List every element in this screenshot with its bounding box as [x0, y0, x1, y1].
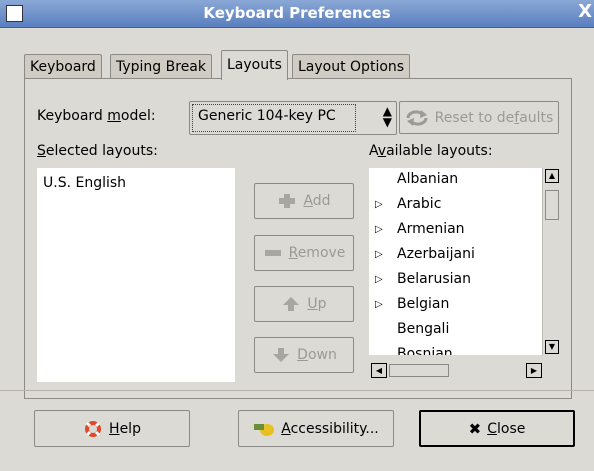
remove-label: Remove	[288, 245, 346, 261]
layouts-panel: Keyboard model: Generic 104-key PC ▲ ▼ Re…	[24, 78, 572, 399]
reset-to-defaults-button[interactable]: Reset to defaults	[399, 101, 559, 134]
layout-belgian[interactable]: Belgian	[397, 296, 449, 312]
layout-bengali[interactable]: Bengali	[397, 321, 449, 337]
help-label: Help	[109, 420, 141, 437]
separator	[0, 390, 594, 391]
layout-bosnian[interactable]: Bosnian	[397, 346, 453, 355]
horizontal-scroll-thumb[interactable]	[389, 364, 449, 377]
remove-button[interactable]: Remove	[254, 235, 354, 271]
add-button[interactable]: Add	[254, 183, 354, 219]
close-label: Close	[487, 420, 526, 437]
expander-arrow-icon[interactable]: ▷	[375, 199, 383, 210]
layout-armenian[interactable]: Armenian	[397, 221, 465, 237]
layout-belarusian[interactable]: Belarusian	[397, 271, 471, 287]
help-button[interactable]: Help	[34, 410, 190, 447]
tab-layouts[interactable]: Layouts	[221, 50, 288, 80]
reset-to-defaults-label: Reset to defaults	[434, 109, 554, 126]
down-label: Down	[297, 347, 337, 363]
selected-layout-item[interactable]: U.S. English	[43, 175, 126, 191]
horizontal-scrollbar[interactable]: ◀ ▶	[369, 361, 559, 381]
vertical-scrollbar[interactable]: ▲ ▼	[542, 168, 560, 355]
selected-layouts-list[interactable]: U.S. English	[37, 168, 235, 382]
title-bar[interactable]: Keyboard Preferences X	[0, 0, 594, 28]
add-label: Add	[303, 193, 331, 209]
lifebuoy-icon	[83, 419, 103, 439]
add-icon	[277, 193, 297, 209]
close-icon: ✖	[468, 419, 482, 438]
layout-arabic[interactable]: Arabic	[397, 196, 441, 212]
available-layouts-tree: Albanian ▷ Arabic ▷ Armenian ▷ Azerbaija…	[369, 168, 561, 382]
keyboard-model-value: Generic 104-key PC	[198, 108, 336, 124]
selected-layouts-label: Selected layouts:	[37, 143, 158, 159]
expander-arrow-icon[interactable]: ▷	[375, 224, 383, 235]
spin-arrows-icon: ▲ ▼	[382, 104, 392, 129]
available-layouts-list[interactable]: Albanian ▷ Arabic ▷ Armenian ▷ Azerbaija…	[369, 168, 542, 355]
keyboard-model-label: Keyboard model:	[37, 108, 156, 124]
vertical-scroll-thumb[interactable]	[545, 190, 559, 220]
layout-azerbaijani[interactable]: Azerbaijani	[397, 246, 475, 262]
scroll-right-icon[interactable]: ▶	[526, 363, 542, 378]
down-arrow-icon	[271, 347, 291, 363]
scroll-left-icon[interactable]: ◀	[371, 363, 387, 378]
tab-typing-break[interactable]: Typing Break	[110, 54, 212, 79]
keyboard-model-select[interactable]: Generic 104-key PC ▲ ▼	[189, 101, 397, 135]
tab-keyboard[interactable]: Keyboard	[24, 54, 102, 79]
accessibility-icon	[253, 421, 275, 437]
scroll-down-icon[interactable]: ▼	[545, 340, 559, 354]
dialog-body: Keyboard Typing Break Layouts Layout Opt…	[0, 28, 594, 471]
accessibility-button[interactable]: Accessibility...	[238, 410, 394, 447]
down-button[interactable]: Down	[254, 337, 354, 373]
remove-icon	[263, 245, 283, 261]
tab-layout-options[interactable]: Layout Options	[292, 54, 411, 79]
expander-arrow-icon[interactable]: ▷	[375, 274, 383, 285]
expander-arrow-icon[interactable]: ▷	[375, 249, 383, 260]
reset-icon	[405, 109, 429, 127]
up-arrow-icon	[281, 296, 301, 312]
layout-albanian[interactable]: Albanian	[397, 171, 458, 187]
up-button[interactable]: Up	[254, 286, 354, 322]
scroll-up-icon[interactable]: ▲	[545, 169, 559, 183]
close-button[interactable]: ✖ Close	[419, 410, 575, 447]
expander-arrow-icon[interactable]: ▷	[375, 299, 383, 310]
window-title: Keyboard Preferences	[203, 4, 391, 22]
accessibility-label: Accessibility...	[281, 420, 379, 437]
close-window-icon[interactable]: X	[578, 2, 592, 22]
up-label: Up	[307, 296, 327, 312]
available-layouts-label: Available layouts:	[369, 143, 493, 159]
